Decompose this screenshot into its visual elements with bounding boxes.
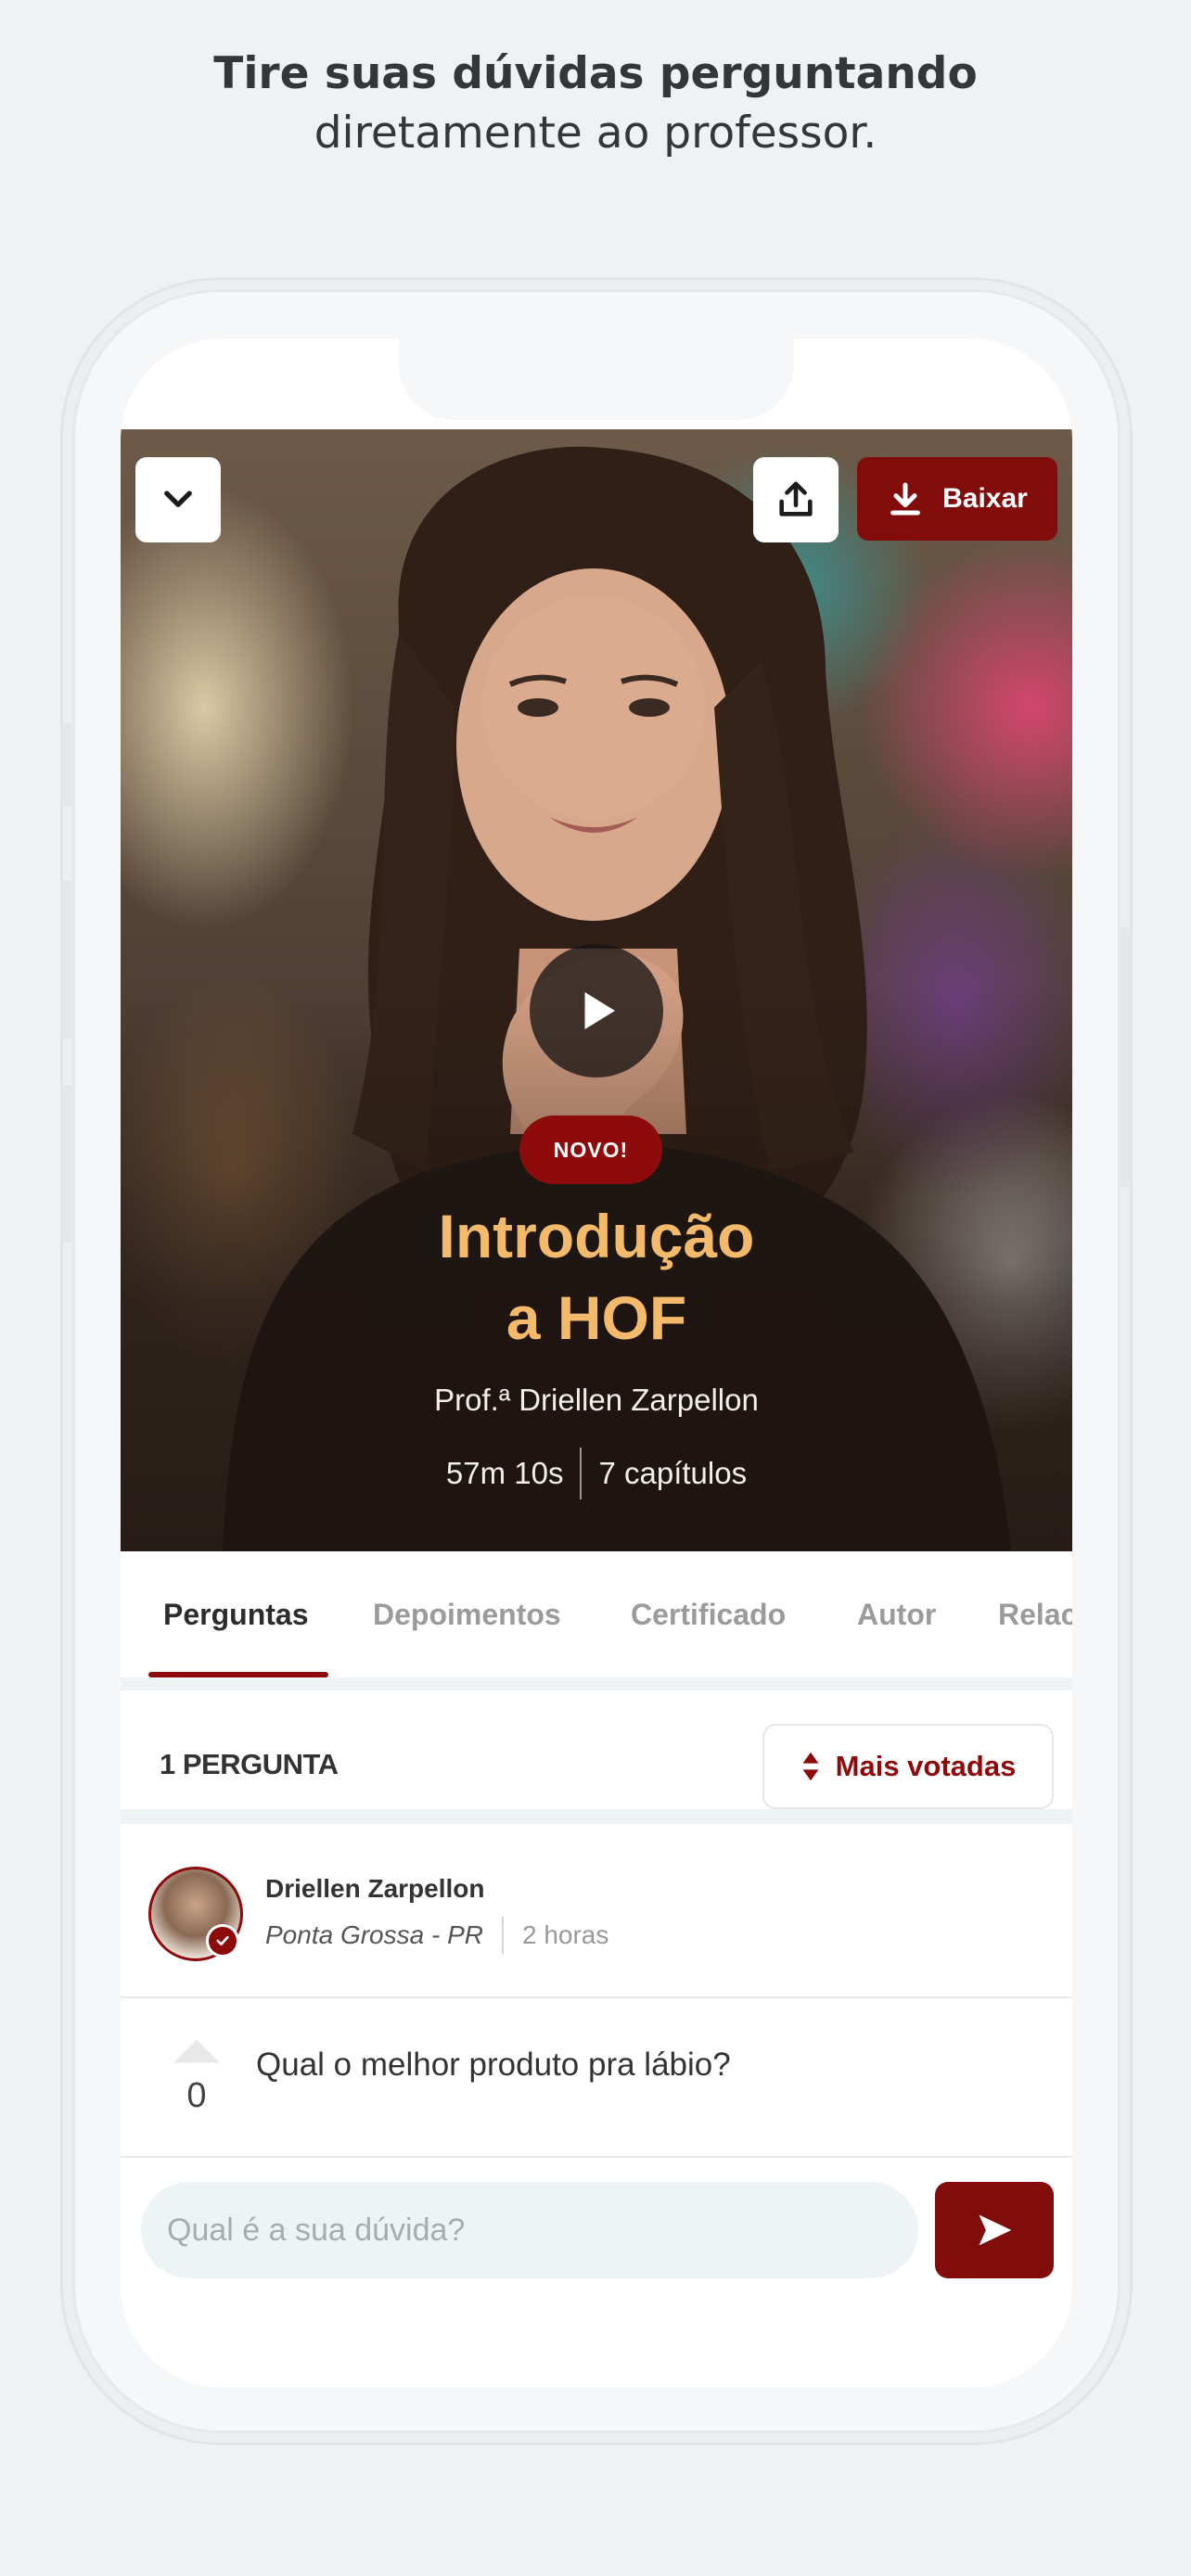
promo-headline-bold: Tire suas dúvidas perguntando — [213, 48, 978, 99]
upvote-icon[interactable] — [167, 2037, 226, 2065]
questions-header: 1 PERGUNTA Mais votadas — [121, 1703, 1072, 1824]
question-count: 1 PERGUNTA — [160, 1748, 339, 1780]
share-button[interactable] — [753, 457, 839, 542]
tab-certificado[interactable]: Certificado — [631, 1598, 786, 1632]
course-title-line1: Introdução — [438, 1202, 755, 1270]
question-location: Ponta Grossa - PR — [265, 1920, 483, 1949]
phone-volume-up — [63, 881, 72, 1039]
collapse-button[interactable] — [135, 457, 221, 542]
course-author: Prof.ª Driellen Zarpellon — [434, 1383, 759, 1417]
app-screen: Baixar NOVO! Introdução a HOF Prof.ª Dri… — [121, 338, 1072, 2388]
course-chapters: 7 capítulos — [598, 1456, 748, 1490]
question-meta-divider — [501, 1917, 504, 1954]
active-tab-indicator — [148, 1672, 328, 1677]
tab-depoimentos[interactable]: Depoimentos — [373, 1598, 561, 1632]
question-body: 0 Qual o melhor produto pra lábio? — [121, 2000, 1072, 2141]
course-title: Introdução a HOF — [121, 1195, 1072, 1358]
phone-power-button — [1121, 927, 1130, 1187]
new-badge: NOVO! — [519, 1116, 662, 1184]
tab-relacionados[interactable]: Relac — [998, 1598, 1072, 1632]
sort-button[interactable]: Mais votadas — [762, 1724, 1054, 1809]
tab-bar: Perguntas Depoimentos Certificado Autor … — [121, 1551, 1072, 1690]
phone-side-button — [63, 723, 72, 807]
send-icon — [979, 2214, 1012, 2246]
play-icon — [584, 992, 615, 1029]
question-text[interactable]: Qual o melhor produto pra lábio? — [256, 2047, 731, 2084]
tab-perguntas[interactable]: Perguntas — [163, 1598, 308, 1632]
course-meta: 57m 10s 7 capítulos — [121, 1447, 1072, 1499]
question-author-row[interactable]: Driellen Zarpellon Ponta Grossa - PR 2 h… — [121, 1839, 1072, 1998]
promo-headline: Tire suas dúvidas perguntando diretament… — [0, 45, 1191, 163]
send-button[interactable] — [935, 2182, 1054, 2278]
play-button[interactable] — [530, 944, 663, 1078]
download-button[interactable]: Baixar — [857, 457, 1057, 541]
download-icon — [890, 482, 920, 516]
phone-volume-down — [63, 1085, 72, 1243]
promo-headline-regular: diretamente ao professor. — [314, 108, 877, 159]
question-input[interactable] — [141, 2182, 918, 2278]
question-composer — [121, 2156, 1072, 2388]
tab-autor[interactable]: Autor — [857, 1598, 936, 1632]
question-time: 2 horas — [521, 1920, 609, 1949]
share-icon — [779, 481, 813, 516]
phone-notch — [399, 338, 794, 420]
vote-count: 0 — [186, 2076, 207, 2115]
meta-divider — [580, 1447, 583, 1499]
chevron-down-icon — [164, 491, 192, 507]
question-author-name: Driellen Zarpellon — [265, 1874, 485, 1903]
question-meta: Ponta Grossa - PR 2 horas — [265, 1917, 608, 1954]
course-title-line2: a HOF — [506, 1283, 687, 1352]
sort-icon — [802, 1752, 819, 1781]
course-duration: 57m 10s — [445, 1456, 564, 1490]
course-hero: Baixar NOVO! Introdução a HOF Prof.ª Dri… — [121, 429, 1072, 1551]
download-label: Baixar — [942, 483, 1028, 514]
verified-icon — [206, 1924, 239, 1958]
sort-label: Mais votadas — [835, 1750, 1017, 1782]
